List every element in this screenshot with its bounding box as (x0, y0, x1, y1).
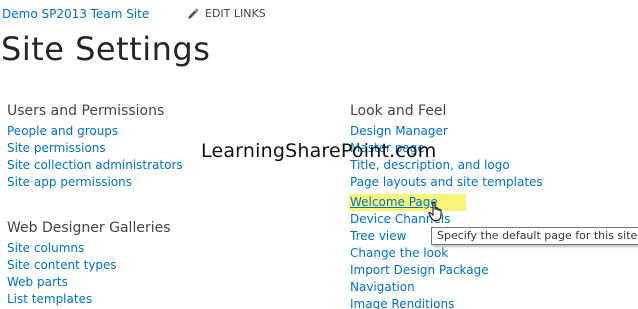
link-change-the-look[interactable]: Change the look (350, 245, 543, 262)
section-users-and-permissions: Users and Permissions People and groups … (7, 102, 183, 191)
section-heading: Users and Permissions (7, 103, 165, 119)
link-page-layouts-site-templates[interactable]: Page layouts and site templates (350, 174, 543, 191)
section-web-designer-galleries: Web Designer Galleries Site columns Site… (7, 219, 171, 308)
link-people-and-groups[interactable]: People and groups (7, 123, 183, 140)
link-list-templates[interactable]: List templates (7, 291, 171, 308)
pencil-icon (187, 8, 199, 20)
link-web-parts[interactable]: Web parts (7, 274, 171, 291)
edit-links-label: EDIT LINKS (205, 7, 266, 20)
section-heading: Look and Feel (350, 103, 447, 119)
link-device-channels[interactable]: Device Channels (350, 211, 543, 228)
link-image-renditions[interactable]: Image Renditions (350, 296, 543, 309)
link-welcome-page[interactable]: Welcome Page (349, 194, 466, 211)
section-heading: Web Designer Galleries (7, 220, 171, 236)
edit-links-button[interactable]: EDIT LINKS (187, 7, 266, 20)
section-look-and-feel: Look and Feel Design Manager Master page… (349, 102, 543, 309)
page-title: Site Settings (1, 30, 211, 68)
site-settings-page: Demo SP2013 Team Site EDIT LINKS Site Se… (0, 0, 638, 309)
link-site-columns[interactable]: Site columns (7, 240, 171, 257)
link-site-content-types[interactable]: Site content types (7, 257, 171, 274)
link-site-collection-administrators[interactable]: Site collection administrators (7, 157, 183, 174)
section-link-list: Site columns Site content types Web part… (7, 240, 171, 308)
link-design-manager[interactable]: Design Manager (350, 123, 543, 140)
link-import-design-package[interactable]: Import Design Package (350, 262, 543, 279)
link-navigation[interactable]: Navigation (350, 279, 543, 296)
site-title-link[interactable]: Demo SP2013 Team Site (2, 7, 149, 21)
watermark-text: LearningSharePoint.com (201, 140, 437, 162)
hand-pointer-icon (428, 201, 444, 226)
tooltip: Specify the default page for this site. (431, 227, 638, 245)
section-link-list: People and groups Site permissions Site … (7, 123, 183, 191)
link-site-app-permissions[interactable]: Site app permissions (7, 174, 183, 191)
link-site-permissions[interactable]: Site permissions (7, 140, 183, 157)
